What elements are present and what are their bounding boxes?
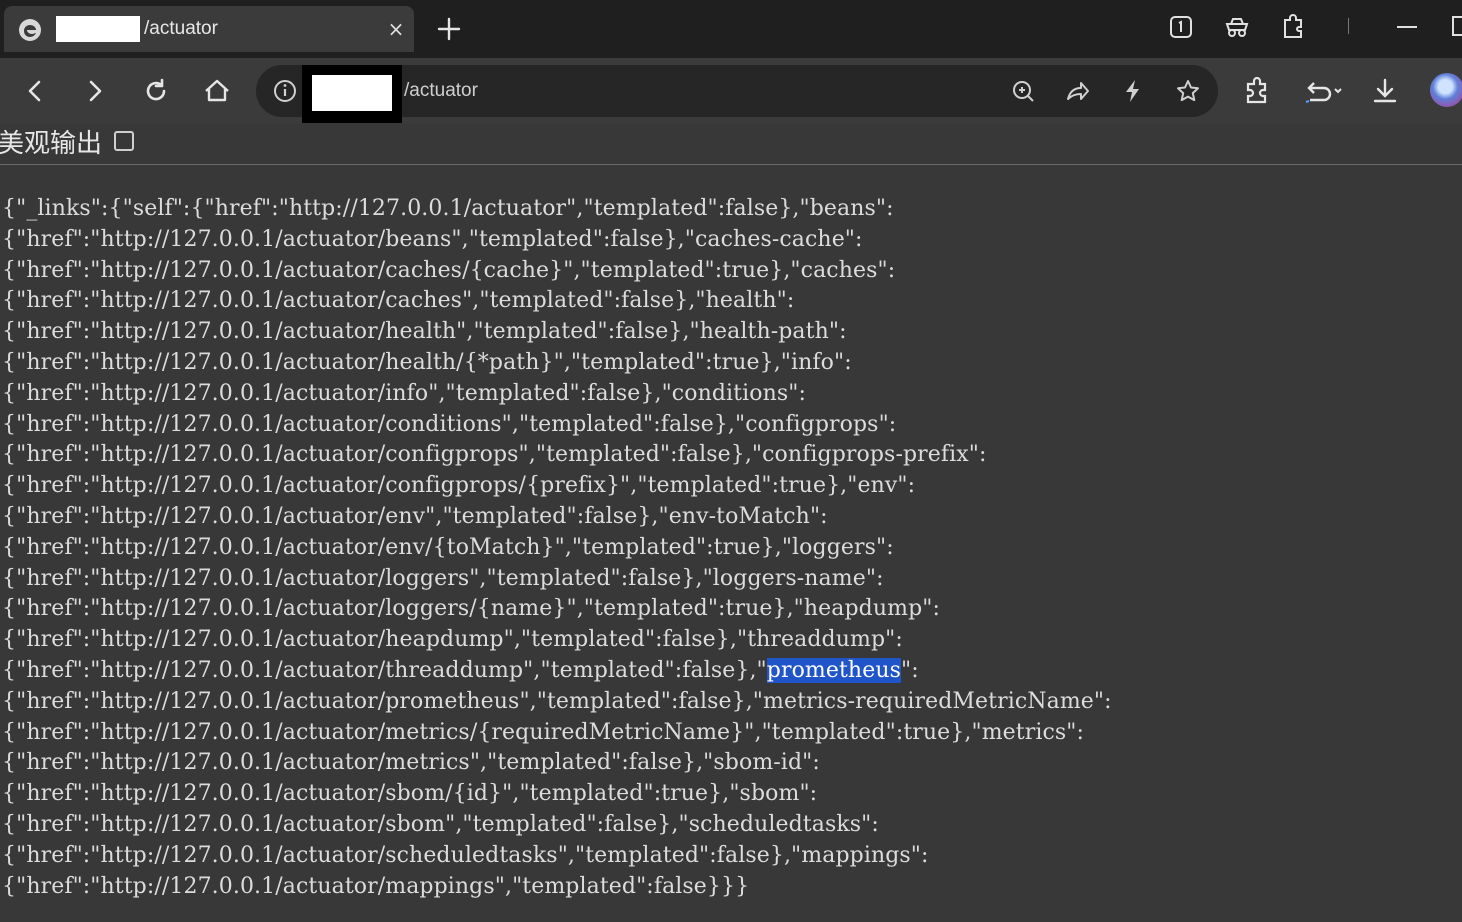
tab-actions-icon[interactable]	[1168, 14, 1194, 40]
json-line: {"href":"http://127.0.0.1/actuator/metri…	[2, 719, 1085, 745]
refresh-icon[interactable]	[141, 76, 171, 106]
json-line: {"href":"http://127.0.0.1/actuator/env/{…	[2, 534, 894, 560]
forward-arrow-icon[interactable]	[80, 76, 110, 106]
json-line: {"href":"http://127.0.0.1/actuator/confi…	[2, 473, 916, 499]
redaction-box	[312, 75, 392, 111]
zoom-icon[interactable]	[1010, 78, 1036, 104]
address-bar[interactable]: /actuator	[256, 65, 1218, 123]
info-icon[interactable]	[272, 78, 298, 104]
json-line: {"href":"http://127.0.0.1/actuator/logge…	[2, 596, 941, 622]
json-line: {"href":"http://127.0.0.1/actuator/info"…	[2, 380, 806, 406]
json-line: {"href":"http://127.0.0.1/actuator/prome…	[2, 688, 1112, 714]
json-line: {"href":"http://127.0.0.1/actuator/healt…	[2, 319, 847, 345]
json-line: {"href":"http://127.0.0.1/actuator/cache…	[2, 288, 795, 314]
json-line: {"href":"http://127.0.0.1/actuator/mappi…	[2, 873, 750, 899]
minimize-icon[interactable]	[1394, 14, 1420, 40]
home-icon[interactable]	[202, 76, 232, 106]
puzzle-icon[interactable]	[1280, 14, 1306, 40]
maximize-icon[interactable]	[1450, 16, 1462, 36]
json-line: {"href":"http://127.0.0.1/actuator/healt…	[2, 349, 852, 375]
share-icon[interactable]	[1064, 78, 1090, 104]
active-tab[interactable]: /actuator ×	[4, 6, 414, 52]
tab-close-button[interactable]: ×	[384, 17, 408, 41]
redacted-host	[56, 16, 140, 42]
url-text[interactable]: /actuator	[404, 79, 478, 103]
json-line: {"href":"http://127.0.0.1/actuator/threa…	[2, 657, 919, 683]
json-line: {"href":"http://127.0.0.1/actuator/confi…	[2, 442, 987, 468]
pretty-print-label: 美观输出	[0, 129, 103, 159]
tab-title: /actuator	[144, 18, 218, 39]
window-separator	[1348, 18, 1349, 34]
back-arrow-icon[interactable]	[20, 76, 50, 106]
json-line: {"href":"http://127.0.0.1/actuator/env",…	[2, 503, 828, 529]
star-icon[interactable]	[1175, 78, 1201, 104]
json-line: {"href":"http://127.0.0.1/actuator/cache…	[2, 257, 896, 283]
download-icon[interactable]	[1370, 76, 1400, 106]
redacted-url-host	[302, 65, 402, 123]
json-line: {"href":"http://127.0.0.1/actuator/beans…	[2, 226, 863, 252]
profile-avatar-icon[interactable]	[1430, 73, 1462, 107]
json-line: {"href":"http://127.0.0.1/actuator/condi…	[2, 411, 897, 437]
copilot-icon[interactable]	[1223, 14, 1249, 40]
undo-history-icon[interactable]	[1302, 76, 1346, 106]
extensions-icon[interactable]	[1242, 76, 1272, 106]
json-line: {"href":"http://127.0.0.1/actuator/heapd…	[2, 627, 903, 653]
json-line: {"_links":{"self":{"href":"http://127.0.…	[2, 196, 894, 221]
json-line: {"href":"http://127.0.0.1/actuator/sbom"…	[2, 811, 879, 837]
json-line: {"href":"http://127.0.0.1/actuator/metri…	[2, 750, 820, 776]
bolt-icon[interactable]	[1120, 78, 1146, 104]
json-line: {"href":"http://127.0.0.1/actuator/logge…	[2, 565, 884, 591]
pretty-print-checkbox[interactable]	[114, 131, 134, 151]
json-response: {"_links":{"self":{"href":"http://127.0.…	[2, 194, 1458, 902]
navigation-toolbar: /actuator	[0, 58, 1462, 124]
title-bar: /actuator ×	[0, 0, 1462, 58]
selected-text-highlight: prometheus	[766, 657, 901, 683]
plus-icon[interactable]	[434, 14, 464, 44]
json-line: {"href":"http://127.0.0.1/actuator/sbom/…	[2, 781, 818, 807]
pretty-print-row: 美观输出	[0, 124, 1462, 165]
json-line: {"href":"http://127.0.0.1/actuator/sched…	[2, 842, 929, 868]
edge-favicon-icon	[18, 18, 42, 42]
